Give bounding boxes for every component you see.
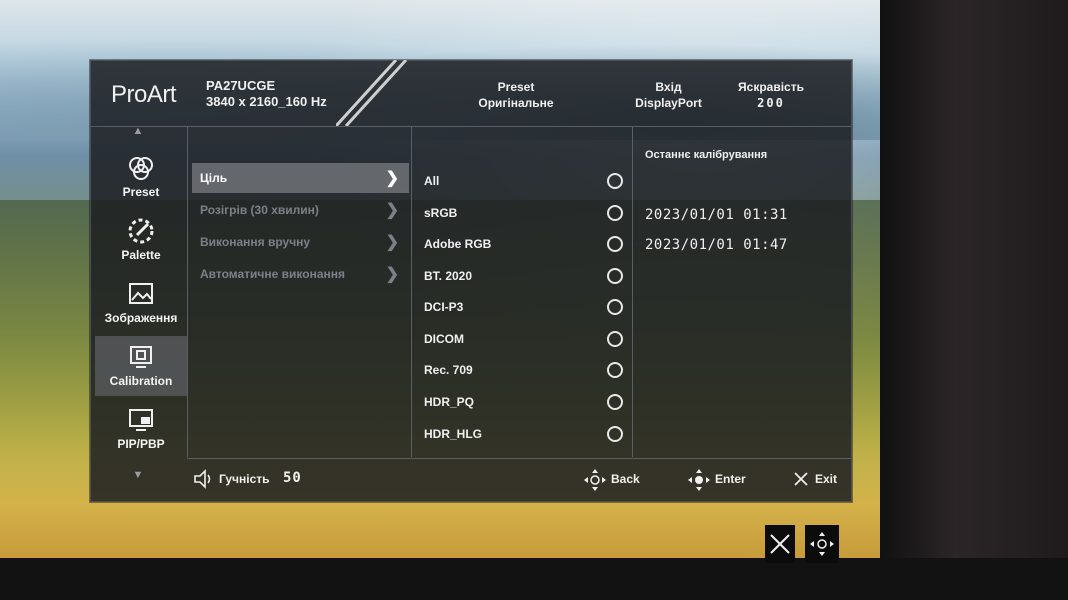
sidebar-item-image[interactable]: Зображення [95, 273, 187, 333]
scroll-down-icon[interactable]: ▼ [131, 469, 145, 481]
image-icon [129, 283, 153, 304]
sidebar-item-pip-pbp[interactable]: PIP/PBP [95, 399, 187, 459]
option-dicom[interactable]: DICOM [412, 326, 632, 352]
hotkey-close-button[interactable] [765, 525, 795, 563]
option-label: Rec. 709 [424, 363, 473, 377]
close-icon [770, 534, 790, 554]
osd-footer: Гучність 50 Back Enter Exit [187, 458, 851, 501]
sidebar-label-calibration: Calibration [109, 374, 173, 388]
dpad-enter-icon [688, 469, 710, 491]
chevron-right-icon: ❯ [385, 266, 399, 283]
monitor-bezel [0, 558, 1068, 600]
volume-value: 50 [283, 470, 302, 486]
menu-item-label: Автоматичне виконання [200, 267, 345, 281]
sidebar-item-calibration[interactable]: Calibration [95, 336, 187, 396]
osd-sidebar: ▲ Preset Palette Зображення Calibration … [91, 125, 187, 481]
calibration-icon [130, 346, 152, 368]
radio-button[interactable] [607, 299, 623, 315]
preset-icon [129, 157, 153, 180]
brand-logo: ProArt [111, 81, 177, 108]
option-label: All [424, 174, 440, 188]
radio-button[interactable] [607, 268, 623, 284]
option-rec709[interactable]: Rec. 709 [412, 357, 632, 383]
target-options-column: All sRGB Adobe RGB BT. 2020 DCI-P3 DICOM… [411, 127, 632, 457]
osd-header: ProArt PA27UCGE 3840 x 2160_160 Hz Prese… [91, 60, 851, 127]
chevron-right-icon: ❯ [385, 202, 399, 219]
option-label: DICOM [424, 332, 464, 346]
option-label: BT. 2020 [424, 269, 473, 283]
model-name: PA27UCGE [206, 78, 276, 93]
header-diagonal-decoration [336, 60, 408, 126]
dpad-icon [810, 532, 834, 556]
room-background [880, 0, 1068, 600]
model-info: PA27UCGE 3840 x 2160_160 Hz [206, 78, 327, 110]
menu-item-label: Ціль [200, 171, 228, 185]
submenu-column: Ціль ❯ Розігрів (30 хвилин) ❯ Виконання … [187, 127, 411, 457]
menu-item-warmup[interactable]: Розігрів (30 хвилин) ❯ [192, 195, 409, 225]
chevron-right-icon: ❯ [385, 170, 399, 187]
sidebar-label-pip-pbp: PIP/PBP [117, 437, 165, 451]
sidebar-label-preset: Preset [122, 185, 160, 199]
volume-label: Гучність [219, 472, 270, 486]
option-srgb[interactable]: sRGB [412, 200, 632, 226]
sidebar-item-palette[interactable]: Palette [95, 210, 187, 270]
last-calibration-title: Останнє калібрування [645, 149, 768, 161]
chevron-right-icon: ❯ [385, 234, 399, 251]
sidebar-label-palette: Palette [121, 248, 161, 262]
radio-button[interactable] [607, 173, 623, 189]
option-label: HDR_PQ [424, 395, 475, 409]
speaker-icon [194, 469, 211, 489]
option-hdr-hlg[interactable]: HDR_HLG [412, 421, 632, 447]
pip-icon [129, 409, 153, 431]
option-label: HDR_HLG [424, 427, 483, 441]
brightness-label: Яскравість [738, 80, 804, 94]
scroll-up-icon[interactable]: ▲ [131, 125, 145, 137]
radio-button[interactable] [607, 394, 623, 410]
header-preset: Preset Оригінальне [471, 79, 561, 111]
menu-item-label: Виконання вручну [200, 235, 311, 249]
header-input: Вхід DisplayPort [621, 79, 716, 111]
option-all[interactable]: All [412, 168, 632, 194]
option-label: DCI-P3 [424, 300, 464, 314]
sidebar-item-preset[interactable]: Preset [95, 147, 187, 207]
calibration-info-column: Останнє калібрування 2023/01/01 01:31 20… [632, 127, 851, 457]
input-label: Вхід [655, 80, 682, 94]
exit-button[interactable]: Exit [815, 472, 837, 486]
radio-button[interactable] [607, 205, 623, 221]
input-value: DisplayPort [635, 96, 702, 110]
option-label: sRGB [424, 206, 458, 220]
menu-item-label: Розігрів (30 хвилин) [200, 203, 319, 217]
menu-item-target[interactable]: Ціль ❯ [192, 163, 409, 193]
radio-button[interactable] [607, 426, 623, 442]
radio-button[interactable] [607, 331, 623, 347]
preset-label: Preset [497, 80, 535, 94]
menu-item-manual-run[interactable]: Виконання вручну ❯ [192, 227, 409, 257]
palette-icon [128, 218, 154, 244]
osd-menu: ProArt PA27UCGE 3840 x 2160_160 Hz Prese… [90, 60, 852, 502]
option-hdr-pq[interactable]: HDR_PQ [412, 389, 632, 415]
header-brightness: Яскравість 200 [726, 79, 816, 111]
option-bt2020[interactable]: BT. 2020 [412, 263, 632, 289]
enter-button[interactable]: Enter [715, 472, 746, 486]
brightness-value: 200 [757, 96, 785, 110]
radio-button[interactable] [607, 362, 623, 378]
dpad-back-icon [584, 469, 606, 491]
option-dci-p3[interactable]: DCI-P3 [412, 294, 632, 320]
radio-button[interactable] [607, 236, 623, 252]
sidebar-label-image: Зображення [104, 311, 178, 325]
back-button[interactable]: Back [611, 472, 640, 486]
hotkey-navigate-button[interactable] [805, 525, 839, 563]
menu-item-auto-run[interactable]: Автоматичне виконання ❯ [192, 259, 409, 289]
calibration-date: 2023/01/01 01:31 [645, 207, 788, 223]
option-adobe-rgb[interactable]: Adobe RGB [412, 231, 632, 257]
close-icon [794, 472, 808, 486]
calibration-date: 2023/01/01 01:47 [645, 237, 788, 253]
preset-value: Оригінальне [478, 96, 554, 110]
resolution-text: 3840 x 2160_160 Hz [206, 94, 327, 109]
option-label: Adobe RGB [424, 237, 492, 251]
